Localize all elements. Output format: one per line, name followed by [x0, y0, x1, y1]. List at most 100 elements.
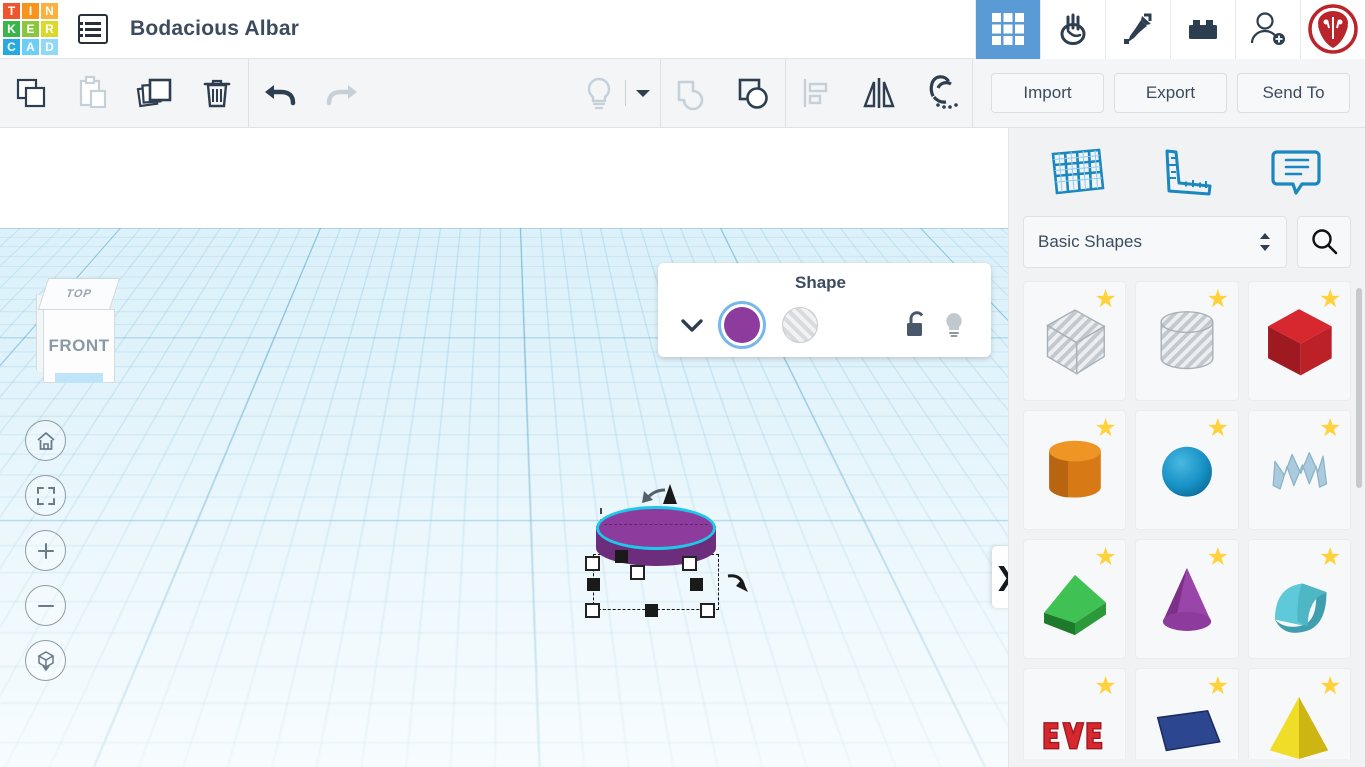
undo-icon[interactable]: [249, 59, 311, 128]
lightbulb-icon[interactable]: [573, 59, 625, 128]
circuits-icon[interactable]: [1040, 0, 1105, 59]
user-avatar-icon[interactable]: [1300, 0, 1365, 59]
import-button[interactable]: Import: [991, 73, 1104, 113]
view-cube-front-face[interactable]: FRONT: [43, 309, 115, 383]
zoom-out-button[interactable]: [25, 585, 66, 626]
ungroup-shapes-icon[interactable]: [723, 59, 785, 128]
shape-panel-controls: [676, 302, 973, 348]
shape-card-text[interactable]: ★: [1023, 668, 1126, 759]
ruler-tab[interactable]: [1148, 139, 1226, 205]
group-shapes-icon[interactable]: [661, 59, 723, 128]
mirror-icon[interactable]: [848, 59, 910, 128]
workplane-grid-icon: [1047, 147, 1109, 197]
logo-tile-5: R: [41, 21, 58, 37]
shape-card-box[interactable]: ★: [1248, 281, 1351, 401]
duplicate-icon[interactable]: [124, 59, 186, 128]
view-cube-highlight: [55, 373, 103, 383]
shape-card-cylinder-hole[interactable]: ★: [1135, 281, 1238, 401]
rotate-handle-right[interactable]: [720, 566, 766, 606]
shape-category-select[interactable]: Basic Shapes: [1023, 216, 1287, 268]
tinkercad-logo[interactable]: T I N K E R C A D: [0, 0, 58, 58]
logo-tile-8: D: [41, 39, 58, 55]
lightbulb-icon[interactable]: [935, 306, 973, 344]
align-icon[interactable]: [786, 59, 848, 128]
star-icon: ★: [1094, 288, 1116, 310]
panel-collapse-tab[interactable]: ❯: [992, 546, 1008, 608]
list-menu-icon[interactable]: [78, 14, 108, 44]
resize-handle-top-left[interactable]: [585, 556, 600, 571]
shape-card-paraboloid[interactable]: ★: [1135, 668, 1238, 759]
resize-handle-bottom-right[interactable]: [700, 603, 715, 618]
resize-handle-top-right[interactable]: [682, 556, 697, 571]
panel-scrollbar[interactable]: [1356, 288, 1362, 488]
arrange-tool-group: [786, 59, 972, 128]
view-cube-top-face[interactable]: TOP: [38, 278, 120, 310]
note-callout-icon: [1269, 146, 1323, 198]
selected-shape[interactable]: [560, 478, 780, 638]
duplicate-glyph: [134, 72, 176, 114]
star-icon: ★: [1319, 288, 1341, 310]
home-view-button[interactable]: [25, 420, 66, 461]
stepper-arrows-icon: [1258, 230, 1272, 254]
fit-to-view-button[interactable]: [25, 475, 66, 516]
edge-handle-left[interactable]: [587, 578, 600, 591]
add-person-icon[interactable]: [1235, 0, 1300, 59]
magnet-snap-icon[interactable]: [910, 59, 972, 128]
shape-card-box-hole[interactable]: ★: [1023, 281, 1126, 401]
send-to-button[interactable]: Send To: [1237, 73, 1350, 113]
logo-tile-7: A: [22, 39, 39, 55]
unlock-icon[interactable]: [897, 306, 935, 344]
plus-icon: [35, 540, 57, 562]
shape-category-row: Basic Shapes: [1009, 216, 1365, 268]
workplane-tab[interactable]: [1039, 139, 1117, 205]
export-button[interactable]: Export: [1114, 73, 1227, 113]
paste-icon[interactable]: [62, 59, 124, 128]
star-icon: ★: [1319, 675, 1341, 697]
redo-icon[interactable]: [311, 59, 373, 128]
shape-card-half-cylinder[interactable]: ★: [1248, 539, 1351, 659]
edge-handle-top[interactable]: [615, 550, 628, 563]
mirror-glyph: [857, 73, 901, 113]
page-title: Bodacious Albar: [130, 17, 299, 41]
edge-handle-bottom[interactable]: [645, 604, 658, 617]
shape-card-roof[interactable]: ★: [1023, 539, 1126, 659]
lightbulb-glyph: [581, 73, 617, 113]
perspective-box-icon: [34, 649, 58, 673]
design-canvas[interactable]: TOP FRONT: [0, 128, 1008, 767]
top-bar: T I N K E R C A D Bodacious Albar: [0, 0, 1365, 59]
resize-handle-center[interactable]: [630, 565, 645, 580]
chevron-down-icon[interactable]: [676, 317, 708, 333]
hole-swatch[interactable]: [782, 307, 818, 343]
resize-handle-bottom-left[interactable]: [585, 603, 600, 618]
grid-apps-icon[interactable]: [975, 0, 1040, 59]
shape-panel-title: Shape: [668, 273, 973, 293]
shape-card-pyramid[interactable]: ★: [1248, 668, 1351, 759]
shape-library-grid: ★ ★: [1009, 281, 1365, 759]
lego-brick-icon[interactable]: [1170, 0, 1235, 59]
star-icon: ★: [1207, 675, 1229, 697]
note-tab[interactable]: [1257, 139, 1335, 205]
perspective-toggle-button[interactable]: [25, 640, 66, 681]
view-cube[interactable]: TOP FRONT: [33, 278, 129, 388]
star-icon: ★: [1094, 417, 1116, 439]
ungroup-glyph: [732, 73, 776, 113]
pickaxe-minecraft-icon[interactable]: [1105, 0, 1170, 59]
delete-trash-icon[interactable]: [186, 59, 248, 128]
copy-icon[interactable]: [0, 59, 62, 128]
minus-icon: [35, 595, 57, 617]
search-button[interactable]: [1297, 216, 1351, 268]
chevron-down-icon[interactable]: [626, 59, 660, 128]
shape-card-cone[interactable]: ★: [1135, 539, 1238, 659]
add-person-glyph: [1249, 10, 1287, 48]
group-glyph: [671, 73, 713, 113]
edit-tool-group: [0, 59, 248, 128]
shape-card-sphere[interactable]: ★: [1135, 410, 1238, 530]
logo-tile-1: I: [22, 3, 39, 19]
shape-body-top: [596, 506, 716, 550]
zoom-in-button[interactable]: [25, 530, 66, 571]
shape-card-cylinder[interactable]: ★: [1023, 410, 1126, 530]
solid-color-swatch[interactable]: [724, 307, 760, 343]
shape-card-scribble[interactable]: ★: [1248, 410, 1351, 530]
edge-handle-right[interactable]: [690, 578, 703, 591]
light-tool-group: [573, 59, 660, 128]
